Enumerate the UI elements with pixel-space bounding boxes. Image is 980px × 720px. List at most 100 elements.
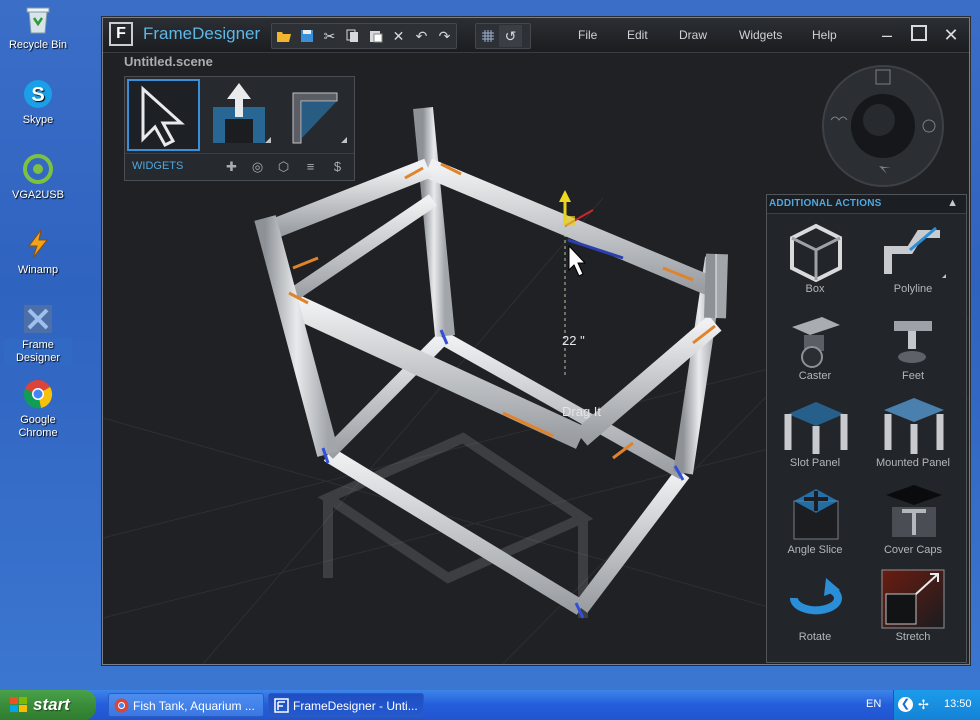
- view-toolbar: ↺: [475, 23, 531, 49]
- file-toolbar: ✂ ✕ ↶ ↷: [271, 23, 457, 49]
- windows-logo-icon: [10, 697, 27, 712]
- select-tool-button[interactable]: [127, 79, 200, 151]
- menu-edit[interactable]: Edit: [627, 28, 648, 42]
- redo-icon[interactable]: ↷: [433, 25, 456, 47]
- profile-tool-button[interactable]: [279, 79, 352, 151]
- widgets-footer: WIDGETS ✚ ◎ ⬡ ≡ $: [125, 153, 354, 181]
- rotate-icon: [790, 578, 842, 615]
- desktop-icon-label: Recycle Bin: [8, 39, 68, 51]
- move-icon[interactable]: ✚: [221, 157, 242, 177]
- save-icon[interactable]: [295, 25, 318, 47]
- desktop-icon-label: Google Chrome: [18, 414, 58, 439]
- folder-open-icon[interactable]: [272, 25, 295, 47]
- collapse-arrow-icon[interactable]: ▲: [947, 197, 958, 209]
- start-label: start: [33, 695, 70, 714]
- action-label: Angle Slice: [787, 544, 843, 556]
- paste-icon[interactable]: [364, 25, 387, 47]
- recycle-bin-icon: [21, 2, 55, 36]
- cube-icon[interactable]: ⬡: [273, 157, 294, 177]
- menu-widgets[interactable]: Widgets: [739, 28, 782, 42]
- action-label: Feet: [901, 370, 924, 382]
- desktop-icon-frame-designer[interactable]: Frame Designer: [4, 302, 72, 365]
- action-slot-panel[interactable]: Slot Panel: [767, 391, 863, 475]
- additional-actions-header: ADDITIONAL ACTIONS ▲: [767, 195, 966, 214]
- winamp-icon: [21, 227, 55, 261]
- additional-actions-title: ADDITIONAL ACTIONS: [769, 198, 882, 209]
- menu-help[interactable]: Help: [812, 28, 837, 42]
- action-label: Slot Panel: [789, 457, 841, 469]
- mouse-cursor-icon: [568, 244, 587, 277]
- action-mounted-panel[interactable]: Mounted Panel: [865, 391, 961, 475]
- chrome-icon: [114, 698, 129, 713]
- slot-panel-icon: [784, 402, 848, 454]
- frame-designer-icon: [274, 698, 289, 713]
- start-button[interactable]: start: [0, 690, 96, 720]
- task-chrome[interactable]: Fish Tank, Aquarium ...: [108, 693, 264, 717]
- extrude-icon: [213, 83, 271, 143]
- skype-icon: S: [21, 77, 55, 111]
- show-hidden-icons-icon[interactable]: ❮: [898, 697, 913, 712]
- polyline-icon: [884, 226, 946, 278]
- minimize-button[interactable]: ‒: [876, 24, 898, 46]
- title-bar: F FrameDesigner ✂ ✕ ↶ ↷ ↺ File Edit Draw…: [103, 18, 969, 53]
- widgets-label: WIDGETS: [132, 160, 184, 172]
- action-rotate[interactable]: Rotate: [767, 565, 863, 649]
- action-cover-caps[interactable]: Cover Caps: [865, 478, 961, 562]
- dimension-label: 22 ": [562, 333, 585, 348]
- action-box[interactable]: Box: [767, 217, 863, 301]
- desktop-icon-vga2usb[interactable]: VGA2USB: [4, 152, 72, 202]
- scene-title: Untitled.scene: [124, 54, 213, 69]
- maximize-button[interactable]: [908, 24, 930, 46]
- clock[interactable]: 13:50: [944, 698, 972, 710]
- navigation-gizmo[interactable]: [821, 64, 945, 188]
- desktop-icon-recycle-bin[interactable]: Recycle Bin: [4, 2, 72, 52]
- price-icon[interactable]: $: [327, 157, 348, 177]
- post-front-left: [254, 215, 339, 457]
- desktop-icon-skype[interactable]: S Skype: [4, 77, 72, 127]
- close-button[interactable]: ✕: [940, 24, 962, 46]
- rotate-icon[interactable]: ◎: [247, 157, 268, 177]
- menu-file[interactable]: File: [578, 28, 597, 42]
- action-label: Polyline: [893, 283, 933, 295]
- action-polyline[interactable]: Polyline: [865, 217, 961, 301]
- action-caster[interactable]: Caster: [767, 304, 863, 388]
- desktop-icon-label: VGA2USB: [12, 189, 64, 201]
- snap-magnet-icon[interactable]: ↺: [499, 25, 522, 47]
- language-indicator[interactable]: EN: [866, 698, 881, 710]
- extrude-tool-button[interactable]: [203, 79, 276, 151]
- widgets-panel: WIDGETS ✚ ◎ ⬡ ≡ $: [124, 76, 355, 181]
- copy-icon[interactable]: [341, 25, 364, 47]
- action-label: Cover Caps: [883, 544, 943, 556]
- app-window: F FrameDesigner ✂ ✕ ↶ ↷ ↺ File Edit Draw…: [102, 17, 970, 665]
- action-angle-slice[interactable]: Angle Slice: [767, 478, 863, 562]
- task-framedesigner[interactable]: FrameDesigner - Unti...: [268, 693, 424, 717]
- caster-icon: [792, 317, 840, 368]
- desktop-icon-label: Skype: [22, 114, 54, 126]
- cover-caps-icon: [886, 485, 942, 537]
- feet-icon: [894, 321, 932, 363]
- select-arrow-icon: [141, 85, 185, 147]
- app-logo-icon: F: [109, 22, 133, 46]
- action-label: Box: [805, 283, 825, 295]
- additional-actions-panel: ADDITIONAL ACTIONS ▲ Box Polyline Caster…: [766, 194, 967, 663]
- move-gizmo[interactable]: [559, 190, 594, 227]
- action-feet[interactable]: Feet: [865, 304, 961, 388]
- profile-icon: [292, 92, 347, 144]
- grid-icon[interactable]: [476, 25, 499, 47]
- cut-icon[interactable]: ✂: [318, 25, 341, 47]
- action-stretch[interactable]: Stretch: [865, 565, 961, 649]
- network-icon[interactable]: ✢: [918, 697, 933, 712]
- desktop-icon-google-chrome[interactable]: Google Chrome: [4, 377, 72, 440]
- menu-draw[interactable]: Draw: [679, 28, 707, 42]
- vga2usb-icon: [21, 152, 55, 186]
- post-right-top: [704, 253, 728, 319]
- desktop-icon-label: Winamp: [17, 264, 59, 276]
- desktop-icon-winamp[interactable]: Winamp: [4, 227, 72, 277]
- undo-icon[interactable]: ↶: [410, 25, 433, 47]
- taskbar: start Fish Tank, Aquarium ... FrameDesig…: [0, 690, 980, 720]
- list-icon[interactable]: ≡: [300, 157, 321, 177]
- desktop-icon-label: Frame Designer: [4, 339, 72, 365]
- box-icon: [790, 223, 842, 283]
- delete-icon[interactable]: ✕: [387, 25, 410, 47]
- action-label: Stretch: [895, 631, 931, 643]
